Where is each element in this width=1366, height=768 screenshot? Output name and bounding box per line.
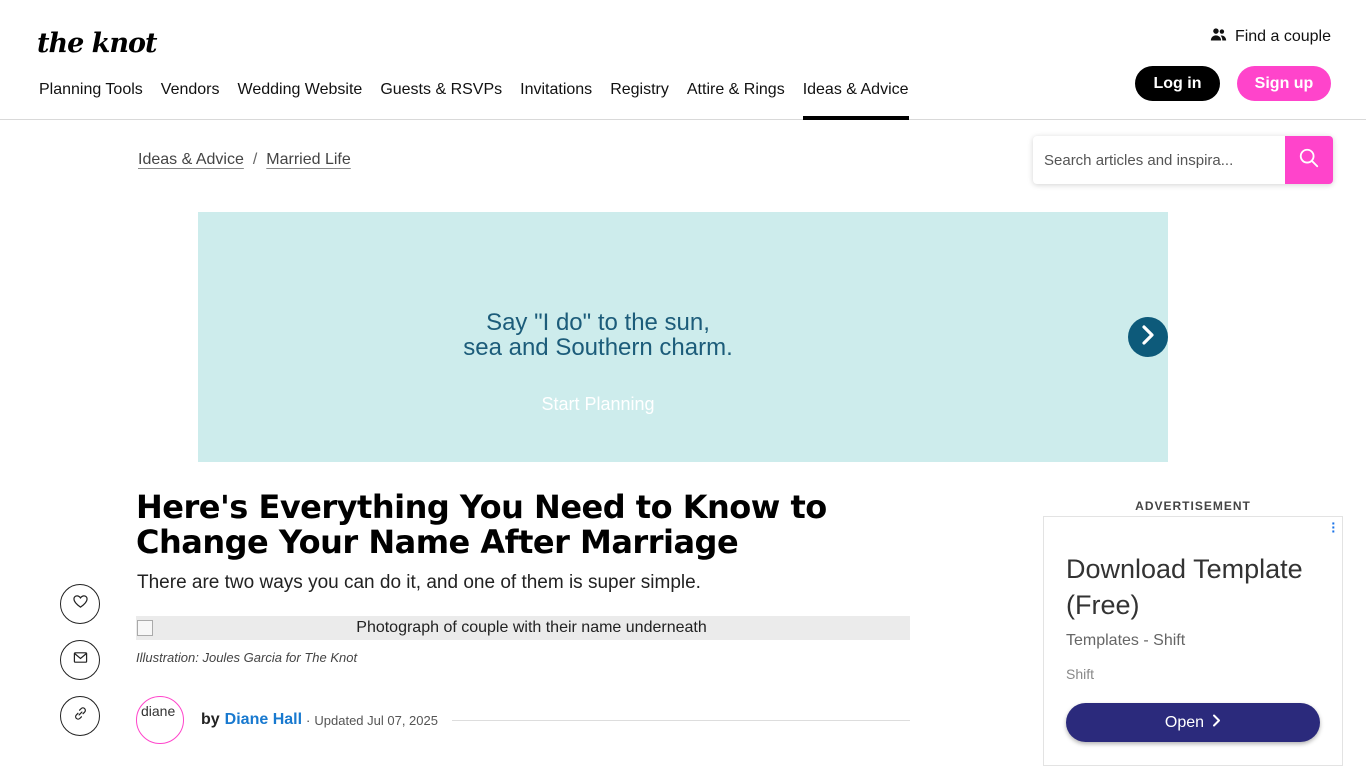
sidebar-ad[interactable]: · · · Download Template (Free) Templates -…: [1043, 516, 1343, 766]
link-icon: [73, 706, 88, 726]
share-email-button[interactable]: [60, 640, 100, 680]
breadcrumb-separator: /: [252, 151, 258, 168]
author-avatar[interactable]: diane: [136, 696, 184, 744]
heart-icon: [72, 594, 88, 614]
ad-options-icon[interactable]: · · ·: [1331, 516, 1336, 538]
article-hero-image: Photograph of couple with their name und…: [136, 616, 910, 640]
search-input[interactable]: [1033, 136, 1285, 184]
nav-item-planning-tools[interactable]: Planning Tools: [39, 78, 143, 120]
ad-subtitle: Templates - Shift: [1066, 632, 1186, 649]
banner-next-button[interactable]: [1128, 317, 1168, 357]
signup-button[interactable]: Sign up: [1237, 66, 1331, 101]
ad-open-label: Open: [1164, 713, 1205, 731]
ad-open-button[interactable]: Open: [1066, 703, 1320, 742]
site-logo[interactable]: the knot: [37, 28, 157, 59]
banner-ad[interactable]: Say "I do" to the sun, sea and Southern …: [198, 212, 1168, 462]
nav-item-invitations[interactable]: Invitations: [520, 78, 592, 120]
find-couple-link[interactable]: Find a couple: [1210, 26, 1331, 48]
copy-link-button[interactable]: [60, 696, 100, 736]
ad-brand: Shift: [1066, 666, 1095, 682]
nav-item-attire-rings[interactable]: Attire & Rings: [687, 78, 785, 120]
save-favorite-button[interactable]: [60, 584, 100, 624]
article-title: Here's Everything You Need to Know to Ch…: [136, 488, 827, 561]
nav-item-guests-rsvps[interactable]: Guests & RSVPs: [380, 78, 502, 120]
banner-headline-line2: sea and Southern charm.: [463, 334, 733, 361]
breadcrumb: Ideas & Advice / Married Life: [138, 151, 351, 169]
article-search: [1033, 136, 1333, 184]
chevron-right-icon: [1140, 324, 1156, 350]
advertisement-label: ADVERTISEMENT: [1135, 499, 1251, 513]
byline-dot: ·: [306, 712, 311, 728]
breadcrumb-married-life[interactable]: Married Life: [266, 151, 350, 169]
people-icon: [1210, 26, 1227, 48]
nav-item-wedding-website[interactable]: Wedding Website: [238, 78, 363, 120]
site-header: the knot Planning Tools Vendors Wedding …: [0, 0, 1366, 120]
nav-item-registry[interactable]: Registry: [610, 78, 669, 120]
updated-date: Updated Jul 07, 2025: [314, 712, 438, 728]
byline-by: by: [201, 711, 220, 728]
banner-headline-line1: Say "I do" to the sun,: [486, 309, 710, 336]
chevron-right-icon: [1212, 714, 1221, 732]
broken-image-icon: [137, 620, 153, 636]
ad-title[interactable]: Download Template (Free): [1066, 551, 1342, 623]
article-byline: diane by Diane Hall · Updated Jul 07, 20…: [136, 696, 910, 744]
author-link[interactable]: Diane Hall: [225, 711, 302, 729]
main-nav: Planning Tools Vendors Wedding Website G…: [39, 78, 927, 120]
nav-item-ideas-advice[interactable]: Ideas & Advice: [802, 78, 909, 120]
image-caption: Illustration: Joules Garcia for The Knot: [136, 650, 358, 665]
search-icon: [1298, 147, 1320, 174]
mail-icon: [73, 650, 88, 670]
nav-item-vendors[interactable]: Vendors: [161, 78, 220, 120]
search-button[interactable]: [1285, 136, 1333, 184]
article-subtitle: There are two ways you can do it, and on…: [137, 572, 701, 593]
find-couple-label: Find a couple: [1234, 28, 1331, 45]
byline-divider: [451, 719, 910, 721]
hero-image-alt-text: Photograph of couple with their name und…: [356, 619, 707, 636]
banner-headline: Say "I do" to the sun, sea and Southern …: [198, 310, 998, 360]
login-button[interactable]: Log in: [1135, 66, 1220, 101]
banner-start-planning[interactable]: Start Planning: [198, 394, 998, 415]
breadcrumb-ideas-advice[interactable]: Ideas & Advice: [138, 151, 244, 169]
